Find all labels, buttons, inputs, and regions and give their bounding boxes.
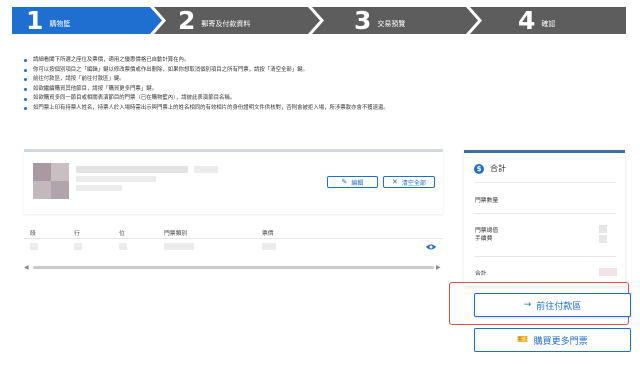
total-label: 合計 xyxy=(475,271,487,277)
cart-item-card: ✎ 編輯 ✕ 清空全部 xyxy=(24,149,443,214)
clear-all-button[interactable]: ✕ 清空全部 xyxy=(383,176,435,188)
scroll-left-icon[interactable]: ◀ xyxy=(24,264,29,271)
summary-divider xyxy=(474,256,616,257)
step-label: 交易預覽 xyxy=(377,19,406,28)
step-number: 3 xyxy=(354,6,372,35)
step-label: 購物籃 xyxy=(49,19,71,28)
scrollbar-thumb[interactable] xyxy=(33,266,434,269)
cell-redacted xyxy=(74,243,82,250)
instruction-item: 如欲購買多同一節目或相關表演節目的門票（已在購物籃內），請彼此表演節目名稱。 xyxy=(24,94,614,104)
step-label: 郵寄及付款資料 xyxy=(201,19,251,28)
cell-redacted xyxy=(164,243,194,250)
column-seat: 位 xyxy=(119,231,125,237)
column-section: 段 xyxy=(30,231,36,237)
event-venue-redacted xyxy=(76,176,156,182)
instruction-item: 前往付款區，請按「前往付款區」鍵。 xyxy=(24,75,614,85)
arrow-right-icon: → xyxy=(523,300,532,310)
scroll-right-icon[interactable]: ▶ xyxy=(436,264,441,271)
step-label: 確認 xyxy=(541,19,556,28)
event-thumbnail xyxy=(33,163,69,199)
bullet-icon xyxy=(24,68,27,72)
instruction-item: 請細看閣下所選之座位及票價，適用之優惠價格已自動計算在內。 xyxy=(24,56,614,66)
edit-button[interactable]: ✎ 編輯 xyxy=(327,176,378,188)
ticket-total-redacted xyxy=(599,225,607,233)
bullet-icon xyxy=(24,88,27,92)
thumbnail-pixel xyxy=(33,181,51,199)
horizontal-scrollbar[interactable]: ◀ ▶ xyxy=(24,264,443,271)
thumbnail-pixel xyxy=(51,163,69,181)
dollar-icon: $ xyxy=(474,163,484,174)
edit-icon: ✎ xyxy=(341,178,348,186)
ticket-table-header: 段 行 位 門票類別 票價 xyxy=(24,228,443,238)
total-redacted xyxy=(599,268,617,276)
event-title-redacted xyxy=(76,166,188,173)
instruction-item: 如欲繼續購買其他節目，請按「購買更多門票」鍵。 xyxy=(24,85,614,95)
close-icon: ✕ xyxy=(392,178,398,186)
ticket-count-label: 門票數量 xyxy=(475,198,499,204)
bullet-icon xyxy=(24,97,27,101)
handling-fee-redacted xyxy=(599,235,607,243)
bullet-icon xyxy=(24,78,27,82)
step-shipping-payment: 2 郵寄及付款資料 xyxy=(154,7,320,34)
handling-fee-label: 手續費 xyxy=(475,236,493,242)
bullet-icon xyxy=(24,107,27,111)
order-summary: $ 合計 門票數量 門票總值 手續費 合計 xyxy=(464,150,625,286)
table-row xyxy=(24,240,443,254)
checkout-stepper: 1 購物籃 2 郵寄及付款資料 3 交易預覽 4 確認 xyxy=(12,7,626,34)
step-cart: 1 購物籃 xyxy=(12,7,162,34)
cell-redacted xyxy=(119,243,127,250)
column-price: 票價 xyxy=(262,231,274,237)
summary-header: $ 合計 xyxy=(474,163,506,174)
column-row: 行 xyxy=(74,231,80,237)
cell-redacted xyxy=(30,243,38,250)
table-divider xyxy=(24,238,443,239)
instruction-item: 你可以按個別項目之「編輯」鍵以修改票價或作出刪除，如果你想取消個別項目之所有門票… xyxy=(24,66,614,76)
ticket-icon: 🎫 xyxy=(517,335,529,345)
event-date-redacted xyxy=(76,185,122,191)
proceed-to-payment-button[interactable]: → 前往付款區 xyxy=(474,293,631,317)
step-number: 1 xyxy=(26,6,44,35)
instruction-item: 如門票上印有持票人姓名，持票人於入場時需出示與門票上的姓名相同的有效相片的身份證… xyxy=(24,104,614,114)
thumbnail-pixel xyxy=(51,181,69,199)
step-preview: 3 交易預覽 xyxy=(312,7,478,34)
summary-divider xyxy=(474,213,616,214)
summary-divider xyxy=(474,182,616,183)
summary-title: 合計 xyxy=(490,164,506,173)
column-ticket-type: 門票類別 xyxy=(164,231,188,237)
eye-icon[interactable] xyxy=(426,244,436,250)
step-number: 4 xyxy=(518,6,536,35)
event-detail-redacted xyxy=(194,166,218,173)
cell-redacted xyxy=(262,243,276,250)
step-number: 2 xyxy=(178,6,196,35)
buy-more-tickets-button[interactable]: 🎫 購買更多門票 xyxy=(474,328,631,352)
instructions-list: 請細看閣下所選之座位及票價，適用之優惠價格已自動計算在內。 你可以按個別項目之「… xyxy=(24,56,614,114)
thumbnail-pixel xyxy=(33,163,51,181)
bullet-icon xyxy=(24,59,27,63)
step-confirm: 4 確認 xyxy=(470,7,626,34)
